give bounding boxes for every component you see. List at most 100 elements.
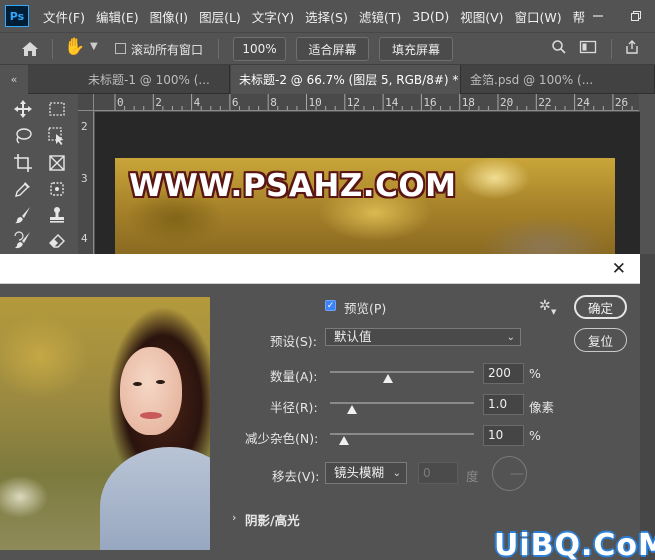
preview-eye — [133, 382, 142, 386]
menu-file[interactable]: 文件(F) — [43, 7, 85, 26]
menu-window[interactable]: 窗口(W) — [515, 7, 562, 26]
panel-dock-edge — [640, 94, 655, 255]
eraser-tool-icon[interactable] — [46, 229, 68, 251]
object-select-tool-icon[interactable] — [46, 125, 68, 147]
chevron-right-icon[interactable]: › — [232, 511, 236, 524]
amount-unit: % — [529, 366, 541, 381]
scroll-all-checkbox[interactable] — [115, 43, 126, 54]
lasso-tool-icon[interactable] — [12, 125, 34, 147]
radius-unit: 像素 — [529, 400, 555, 415]
ruler-h-label: 26 — [615, 96, 628, 109]
share-icon[interactable] — [624, 39, 640, 59]
menu-3d[interactable]: 3D(D) — [412, 9, 449, 24]
noise-label: 减少杂色(N): — [245, 431, 319, 446]
preview-image[interactable] — [0, 297, 210, 550]
menu-image[interactable]: 图像(I) — [150, 7, 188, 26]
tab-label: 未标题-1 @ 100% (... — [88, 73, 210, 87]
panel-dock-edge — [640, 254, 655, 560]
options-bar: ✋ ▼ 滚动所有窗口 100% 适合屏幕 填充屏幕 — [0, 32, 655, 65]
radius-slider-track[interactable] — [330, 402, 474, 404]
hand-tool-icon[interactable]: ✋ — [64, 37, 85, 57]
crop-tool-icon[interactable] — [12, 152, 34, 174]
ok-button[interactable]: 确定 — [574, 295, 627, 319]
smart-sharpen-dialog — [0, 284, 640, 560]
tab-label: 未标题-2 @ 66.7% (图层 5, RGB/8#) * — [239, 73, 459, 87]
clone-stamp-tool-icon[interactable] — [46, 204, 68, 226]
move-tool-icon[interactable] — [12, 98, 34, 120]
preview-face — [120, 347, 182, 435]
noise-slider-thumb[interactable] — [339, 436, 350, 445]
chevron-down-icon: ⌄ — [506, 332, 515, 343]
amount-slider-thumb[interactable] — [382, 374, 393, 383]
radius-input[interactable]: 1.0 — [483, 394, 524, 415]
document-canvas-image[interactable]: WWW.PSAHZ.COM — [115, 158, 615, 255]
menu-view[interactable]: 视图(V) — [460, 7, 503, 26]
brush-tool-icon[interactable] — [12, 204, 34, 226]
ruler-h-label: 6 — [232, 96, 239, 109]
zoom-100-button[interactable]: 100% — [233, 37, 286, 61]
preview-lips — [140, 412, 162, 419]
noise-unit: % — [529, 428, 541, 443]
menu-select[interactable]: 选择(S) — [305, 7, 348, 26]
chevron-down-icon[interactable]: ▼ — [551, 308, 556, 316]
preview-label: 预览(P) — [344, 301, 387, 316]
marquee-tool-icon[interactable] — [46, 98, 68, 120]
ruler-vertical[interactable]: 2 3 4 — [78, 111, 94, 255]
menu-filter[interactable]: 滤镜(T) — [359, 7, 401, 26]
preset-select[interactable]: 默认值 ⌄ — [325, 328, 521, 346]
ruler-corner — [78, 94, 94, 111]
ruler-h-label: 0 — [117, 96, 124, 109]
ruler-h-label: 24 — [577, 96, 591, 109]
remove-select[interactable]: 镜头模糊 ⌄ — [325, 462, 407, 484]
ruler-h-label: 8 — [270, 96, 277, 109]
eyedropper-tool-icon[interactable] — [12, 178, 34, 200]
collapse-panel-icon[interactable]: « — [0, 65, 28, 94]
search-icon[interactable] — [551, 39, 567, 59]
dialog-titlebar[interactable]: ✕ — [0, 254, 640, 284]
ruler-h-label: 2 — [155, 96, 162, 109]
frame-tool-icon[interactable] — [46, 152, 68, 174]
preview-eye — [156, 380, 165, 384]
site-watermark: UiBQ.CoM — [494, 528, 655, 560]
document-tabs: « 未标题-1 @ 100% (... 未标题-2 @ 66.7% (图层 5,… — [0, 65, 655, 94]
gear-icon[interactable]: ✲ — [539, 298, 551, 314]
menu-type[interactable]: 文字(Y) — [252, 7, 294, 26]
workspace-icon[interactable] — [579, 39, 597, 59]
fill-screen-button[interactable]: 填充屏幕 — [379, 37, 453, 61]
fit-screen-button[interactable]: 适合屏幕 — [296, 37, 369, 61]
amount-slider-track[interactable] — [330, 371, 474, 373]
angle-dial[interactable] — [492, 456, 527, 491]
shadows-highlights-section[interactable]: 阴影/高光 — [245, 510, 300, 529]
chevron-down-icon: ⌄ — [392, 468, 401, 479]
amount-input[interactable]: 200 — [483, 363, 524, 384]
radius-slider-thumb[interactable] — [346, 405, 357, 414]
restore-icon[interactable] — [617, 0, 655, 32]
tab-untitled-2[interactable]: 未标题-2 @ 66.7% (图层 5, RGB/8#) * ✕ — [231, 65, 461, 94]
menu-layer[interactable]: 图层(L) — [199, 7, 241, 26]
ruler-h-label: 4 — [194, 96, 201, 109]
ruler-horizontal[interactable]: 0 2 4 6 8 10 12 14 16 18 20 22 24 26 — [94, 94, 639, 111]
tab-untitled-1[interactable]: 未标题-1 @ 100% (... — [80, 65, 230, 94]
minimize-icon[interactable] — [579, 0, 617, 32]
tab-gold-foil[interactable]: 金箔.psd @ 100% (... — [462, 65, 655, 94]
ruler-v-label: 3 — [81, 172, 88, 185]
history-brush-tool-icon[interactable] — [12, 229, 34, 251]
ruler-v-label: 2 — [81, 120, 88, 133]
chevron-down-icon[interactable]: ▼ — [90, 41, 98, 52]
preset-value: 默认值 — [334, 329, 372, 344]
ruler-h-label: 20 — [500, 96, 513, 109]
scroll-all-label: 滚动所有窗口 — [131, 43, 204, 57]
menu-edit[interactable]: 编辑(E) — [96, 7, 139, 26]
close-icon[interactable]: ✕ — [612, 259, 626, 279]
noise-input[interactable]: 10 — [483, 425, 524, 446]
angle-input[interactable]: 0 — [418, 462, 458, 484]
spot-healing-tool-icon[interactable] — [46, 178, 68, 200]
remove-value: 镜头模糊 — [334, 465, 385, 480]
noise-slider-track[interactable] — [330, 433, 474, 435]
separator — [218, 39, 219, 59]
ruler-h-label: 12 — [347, 96, 360, 109]
reset-button[interactable]: 复位 — [574, 328, 627, 352]
home-icon[interactable] — [19, 39, 41, 59]
preview-checkbox[interactable]: ✓ — [325, 300, 336, 311]
angle-unit: 度 — [466, 469, 479, 484]
